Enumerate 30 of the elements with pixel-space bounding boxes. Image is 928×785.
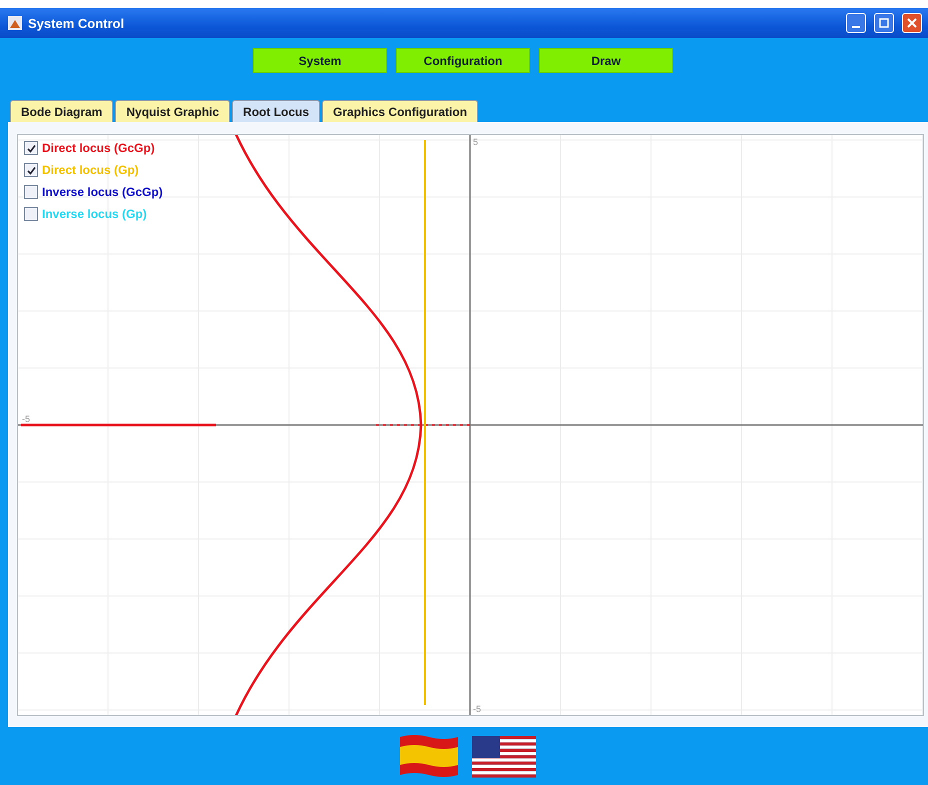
close-icon [907,18,917,28]
maximize-button[interactable] [874,13,894,33]
legend-label: Direct locus (Gp) [42,163,139,177]
check-icon [26,166,36,174]
toolbar-button[interactable]: Configuration [396,48,530,73]
axis-tick-label: -5 [22,414,30,424]
checkbox[interactable] [24,207,38,221]
minimize-button[interactable] [846,13,866,33]
minimize-icon [852,26,860,28]
legend-label: Direct locus (GcGp) [42,141,155,155]
tab[interactable]: Graphics Configuration [322,100,478,122]
toolbar-button[interactable]: System [253,48,387,73]
close-button[interactable] [902,13,922,33]
toolbar-button[interactable]: Draw [539,48,673,73]
tab[interactable]: Nyquist Graphic [115,100,230,122]
axis-tick-label: -5 [473,704,482,714]
app-icon [8,16,22,30]
check-icon [26,144,36,152]
tab[interactable]: Bode Diagram [10,100,114,122]
legend-label: Inverse locus (GcGp) [42,185,163,199]
spain-flag-icon[interactable] [398,733,460,779]
checkbox[interactable] [24,185,38,199]
legend-label: Inverse locus (Gp) [42,207,147,221]
usa-flag-icon[interactable] [470,733,538,779]
checkbox[interactable] [24,141,38,155]
maximize-icon [879,18,889,28]
window-title: System Control [28,16,126,30]
axis-tick-label: 5 [473,137,478,147]
tab[interactable]: Root Locus [232,100,320,122]
checkbox[interactable] [24,163,38,177]
